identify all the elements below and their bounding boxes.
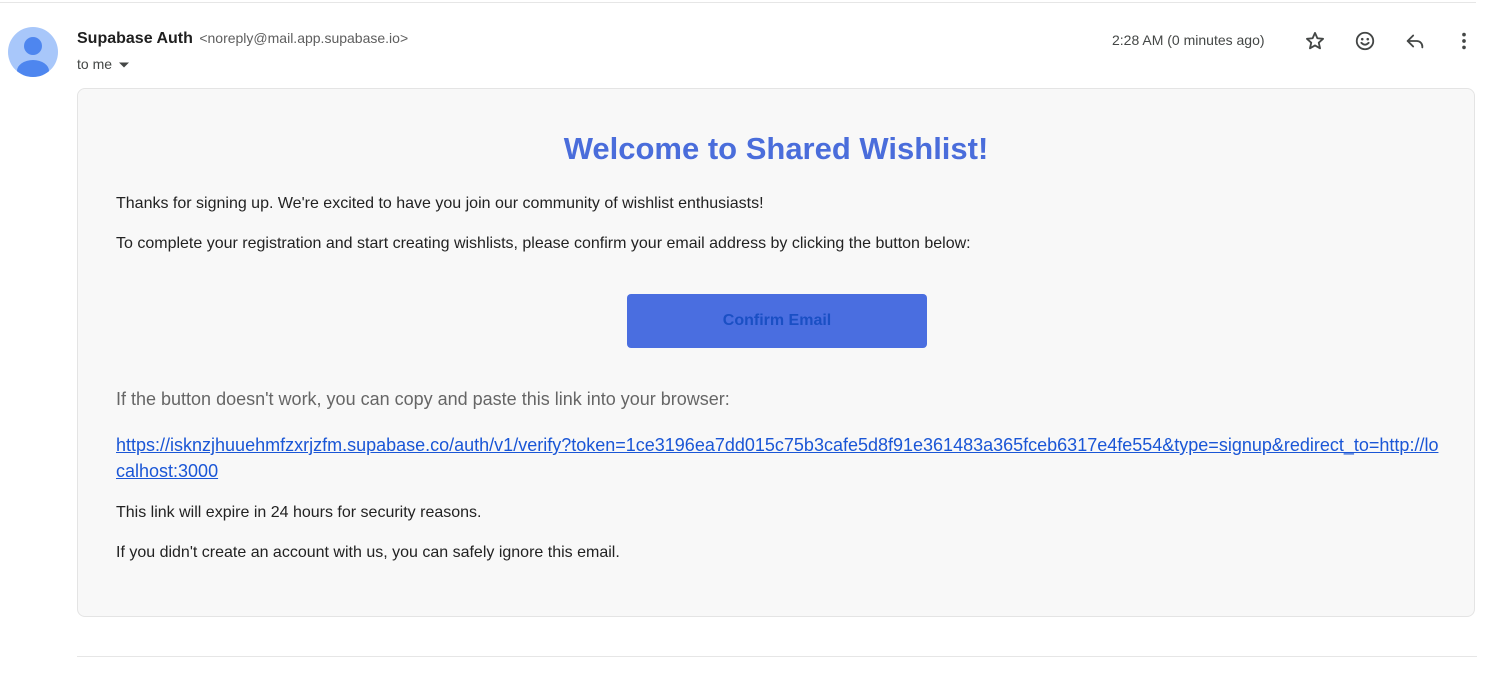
sender-line: Supabase Auth <noreply@mail.app.supabase…	[77, 30, 408, 48]
email-heading: Welcome to Shared Wishlist!	[563, 131, 989, 166]
star-button[interactable]	[1302, 28, 1328, 54]
emoji-reaction-button[interactable]	[1352, 28, 1378, 54]
reply-icon	[1406, 34, 1424, 49]
sender-email: <noreply@mail.app.supabase.io>	[199, 30, 409, 46]
more-vert-icon	[1462, 32, 1466, 50]
timestamp: 2:28 AM (0 minutes ago)	[1112, 32, 1265, 48]
email-view: Supabase Auth <noreply@mail.app.supabase…	[0, 0, 1488, 681]
email-body-card: Welcome to Shared Wishlist! Thanks for s…	[77, 88, 1475, 617]
ignore-note: If you didn't create an account with us,…	[116, 544, 620, 561]
sender-name[interactable]: Supabase Auth	[77, 30, 193, 47]
recipient-details-toggle[interactable]: to me	[77, 56, 130, 72]
emoji-icon	[1355, 31, 1375, 51]
fallback-text: If the button doesn't work, you can copy…	[116, 389, 730, 409]
star-icon	[1306, 32, 1324, 50]
chevron-down-icon[interactable]	[118, 61, 130, 69]
intro-text: Thanks for signing up. We're excited to …	[116, 195, 764, 212]
sender-avatar[interactable]	[8, 27, 58, 77]
expiry-note: This link will expire in 24 hours for se…	[116, 504, 482, 521]
instruction-text: To complete your registration and start …	[116, 235, 971, 252]
person-icon	[17, 37, 49, 77]
confirm-email-button[interactable]: Confirm Email	[627, 294, 927, 348]
reply-button[interactable]	[1402, 28, 1428, 54]
recipient-label: to me	[77, 56, 113, 72]
bottom-divider	[77, 656, 1477, 657]
verify-link[interactable]: https://isknzjhuuehmfzxrjzfm.supabase.co…	[116, 432, 1441, 484]
top-divider	[0, 2, 1476, 3]
more-options-button[interactable]	[1451, 28, 1477, 54]
